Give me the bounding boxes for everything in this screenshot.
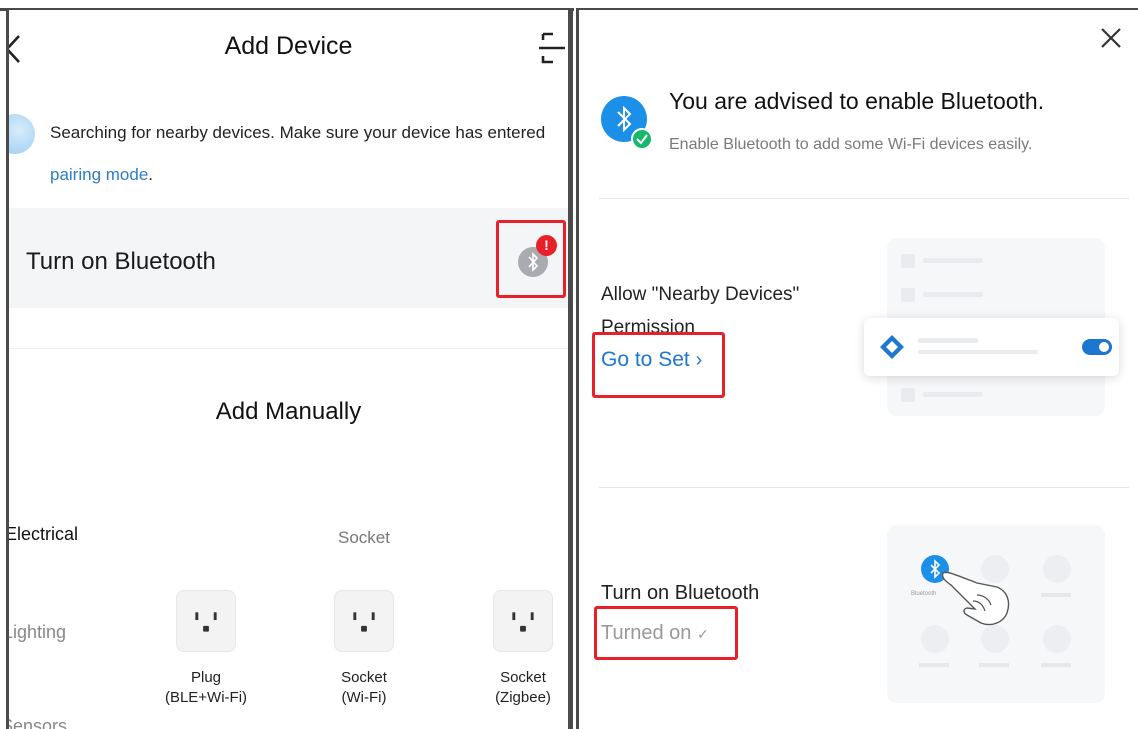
device-protocol: (Wi-Fi) [341, 689, 387, 706]
plug-ble-wifi-tile[interactable] [176, 590, 236, 652]
check-badge-icon [631, 128, 653, 150]
socket-zigbee-tile[interactable] [493, 590, 553, 652]
illustration-bt-label: Bluetooth [911, 591, 937, 597]
socket-zigbee-label[interactable]: Socket (Zigbee) [458, 668, 568, 708]
plug-ble-wifi-label[interactable]: Plug (BLE+Wi-Fi) [141, 668, 271, 708]
socket-wifi-label[interactable]: Socket (Wi-Fi) [299, 668, 429, 708]
socket-outlet-icon [353, 612, 375, 632]
device-name: Socket [500, 669, 546, 686]
permission-toggle-card [864, 318, 1119, 376]
category-lighting[interactable]: Lighting [9, 622, 66, 643]
searching-indicator-icon [9, 114, 35, 154]
search-notice: Searching for nearby devices. Make sure … [50, 112, 560, 196]
device-protocol: (BLE+Wi-Fi) [164, 689, 248, 706]
notice-text: Searching for nearby devices. Make sure … [50, 123, 546, 142]
permission-line-1: Allow "Nearby Devices" [601, 284, 800, 305]
nearby-devices-icon [880, 335, 904, 359]
turn-on-bluetooth-label: Turn on Bluetooth [601, 582, 760, 604]
bluetooth-illustration: Bluetooth [887, 525, 1105, 703]
socket-outlet-icon [512, 612, 534, 632]
socket-outlet-icon [195, 612, 217, 632]
category-sensors[interactable]: Sensors [9, 716, 67, 729]
device-name: Socket [341, 669, 387, 686]
dialog-subtitle: Enable Bluetooth to add some Wi-Fi devic… [669, 136, 1033, 153]
device-name: Plug [190, 669, 222, 686]
device-protocol: (Zigbee) [495, 689, 551, 706]
category-electrical[interactable]: Electrical [9, 524, 78, 545]
permission-toggle [1082, 339, 1112, 355]
add-manually-title: Add Manually [215, 398, 362, 425]
turned-on-highlight-box [594, 606, 738, 660]
subcategory-socket: Socket [338, 528, 390, 547]
bluetooth-highlight-box [496, 220, 566, 298]
page-title: Add Device [224, 32, 353, 60]
enable-bluetooth-dialog: You are advised to enable Bluetooth. Ena… [579, 10, 1138, 729]
section-divider [9, 348, 568, 349]
section-divider [599, 487, 1129, 488]
close-icon[interactable] [1097, 24, 1125, 52]
add-device-screen: Add Device Searching for nearby devices.… [9, 10, 568, 729]
go-to-set-highlight-box [592, 332, 725, 398]
bluetooth-row-label: Turn on Bluetooth [26, 248, 216, 275]
pairing-mode-link[interactable]: pairing mode [50, 165, 148, 184]
section-divider [599, 198, 1129, 199]
hand-pointer-icon [941, 571, 1010, 626]
notice-end: . [148, 165, 154, 184]
socket-wifi-tile[interactable] [334, 590, 394, 652]
scan-icon[interactable] [537, 28, 567, 68]
frame-left-right-edge [568, 8, 573, 729]
dialog-title: You are advised to enable Bluetooth. [669, 88, 1045, 114]
